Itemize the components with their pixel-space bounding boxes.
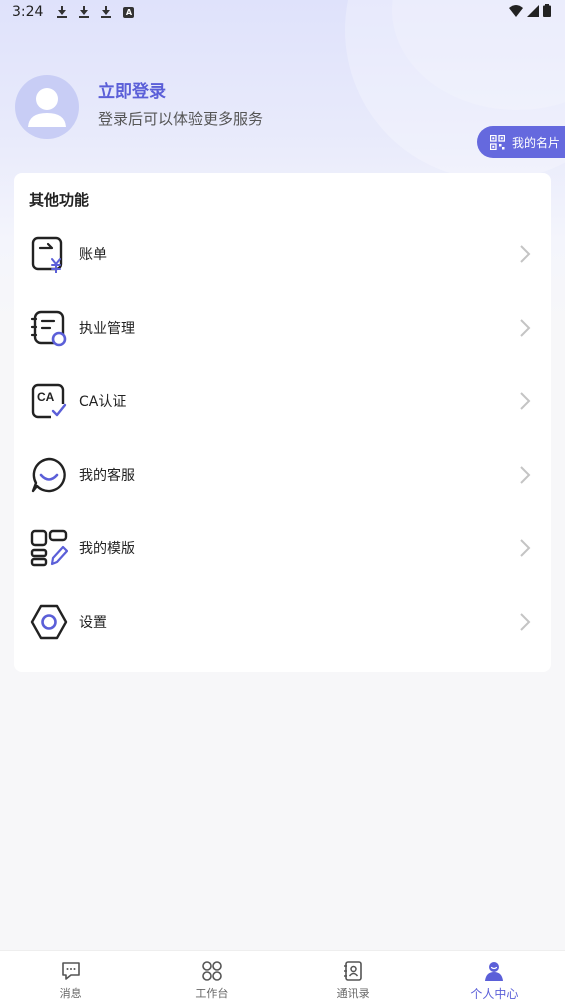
- message-icon: [61, 962, 80, 980]
- download-icon: [101, 6, 112, 18]
- workbench-icon: [202, 961, 222, 981]
- section-title: 其他功能: [29, 191, 90, 209]
- avatar[interactable]: [15, 75, 79, 139]
- customer-service-icon: [31, 457, 66, 493]
- status-bar: 3:24 A: [0, 0, 565, 24]
- tab-messages[interactable]: 消息: [0, 951, 141, 1004]
- ca-badge-text: CA: [37, 390, 55, 404]
- card-button-label: 我的名片: [512, 135, 561, 150]
- menu-item-customer-service[interactable]: 我的客服: [14, 445, 551, 505]
- notification-app-icon: A: [123, 6, 135, 18]
- template-icon: [30, 529, 68, 567]
- practice-management-icon: [30, 310, 67, 347]
- my-business-card-button[interactable]: 我的名片: [477, 126, 565, 158]
- contacts-icon: [344, 961, 362, 981]
- signal-icon: [527, 4, 539, 17]
- chevron-right-icon: [520, 319, 531, 337]
- settings-icon: [30, 604, 68, 640]
- chevron-right-icon: [520, 392, 531, 410]
- tab-label: 工作台: [195, 987, 229, 1000]
- chevron-right-icon: [520, 613, 531, 631]
- status-time: 3:24: [12, 4, 44, 20]
- ca-certificate-icon: CA: [31, 383, 67, 420]
- menu-item-label: 我的客服: [79, 468, 135, 484]
- menu-item-practice-management[interactable]: 执业管理: [14, 298, 551, 358]
- menu-item-label: CA认证: [79, 394, 127, 410]
- chevron-right-icon: [520, 466, 531, 484]
- menu-item-label: 我的模版: [79, 541, 135, 557]
- profile-icon: [485, 962, 504, 981]
- tab-label: 消息: [59, 987, 82, 1000]
- menu-item-settings[interactable]: 设置: [14, 592, 551, 652]
- menu-item-templates[interactable]: 我的模版: [14, 518, 551, 578]
- menu-item-bill[interactable]: 账单: [14, 224, 551, 284]
- battery-icon: [543, 4, 551, 17]
- chevron-right-icon: [520, 539, 531, 557]
- tab-profile[interactable]: 个人中心: [424, 951, 565, 1004]
- qr-code-icon: [490, 134, 505, 150]
- login-subtitle: 登录后可以体验更多服务: [98, 110, 264, 128]
- tab-label: 个人中心: [470, 987, 519, 1001]
- menu-item-ca-certification[interactable]: CA CA认证: [14, 371, 551, 431]
- bill-icon: [31, 236, 63, 273]
- login-link[interactable]: 立即登录: [98, 77, 166, 102]
- wifi-icon: [509, 4, 523, 17]
- chevron-right-icon: [520, 245, 531, 263]
- download-icon: [57, 6, 68, 18]
- other-functions-panel: 其他功能 账单 执业管理 CA CA认证 我的客服 我的模版 设置: [14, 173, 551, 672]
- download-icon: [79, 6, 90, 18]
- menu-item-label: 账单: [79, 247, 107, 263]
- tab-contacts[interactable]: 通讯录: [283, 951, 424, 1004]
- tab-workbench[interactable]: 工作台: [141, 951, 282, 1004]
- menu-item-label: 设置: [79, 615, 107, 631]
- bottom-tab-bar: 消息 工作台 通讯录 个人中心: [0, 950, 565, 1004]
- tab-label: 通讯录: [336, 987, 370, 1000]
- user-avatar-icon: [28, 88, 66, 127]
- menu-item-label: 执业管理: [79, 321, 135, 337]
